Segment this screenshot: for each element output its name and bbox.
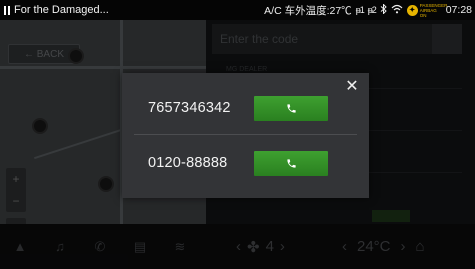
pause-icon[interactable] <box>4 5 10 15</box>
media-title[interactable]: For the Damaged... <box>14 4 109 16</box>
signal-1-icon: ᵽ1 <box>355 5 365 15</box>
status-bar: For the Damaged... A/C 车外温度:27℃ ᵽ1 ᵽ2 ✦ … <box>0 0 475 20</box>
bluetooth-icon <box>380 2 387 17</box>
airbag-text: PASSENGER AIRBAG ON <box>419 2 448 18</box>
phone-row: 7657346342 <box>122 86 369 130</box>
phone-number: 7657346342 <box>148 100 231 116</box>
phone-icon <box>286 103 296 113</box>
phone-row: 0120-88888 <box>122 141 369 185</box>
phone-number-dialog: ✕ 7657346342 0120-88888 <box>122 73 369 198</box>
airbag-indicator: ✦ PASSENGER AIRBAG ON <box>406 2 448 18</box>
call-button[interactable] <box>254 150 328 176</box>
wifi-icon <box>391 4 403 17</box>
row-divider <box>134 134 357 135</box>
phone-number: 0120-88888 <box>148 155 228 171</box>
airbag-icon: ✦ <box>406 4 418 16</box>
phone-icon <box>286 158 296 168</box>
signal-2-icon: ᵽ2 <box>367 5 377 15</box>
ac-status: A/C 车外温度:27℃ <box>264 4 352 17</box>
call-button[interactable] <box>254 95 328 121</box>
status-indicators: A/C 车外温度:27℃ ᵽ1 ᵽ2 ✦ PASSENGER AIRBAG ON… <box>264 0 472 20</box>
clock: 07:28 <box>445 4 472 16</box>
